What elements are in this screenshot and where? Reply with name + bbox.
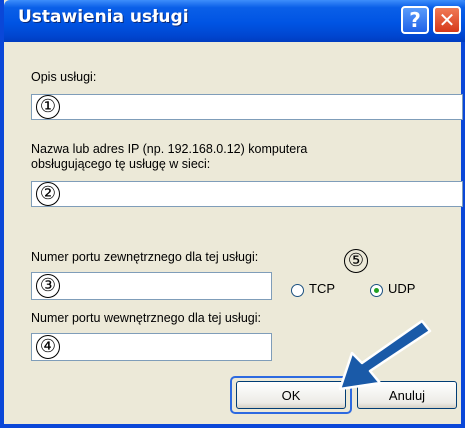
service-settings-dialog: Ustawienia usługi ? ✕ Opis usługi: ① Naz… [0, 0, 465, 428]
help-button[interactable]: ? [401, 6, 429, 34]
udp-radio-label[interactable]: UDP [388, 281, 415, 296]
annotation-arrow-icon [338, 319, 432, 391]
callout-marker-4: ④ [36, 335, 60, 359]
callout-marker-5: ⑤ [344, 249, 368, 273]
ok-button[interactable]: OK [236, 381, 346, 409]
callout-marker-3: ③ [36, 274, 60, 298]
host-address-label-line1: Nazwa lub adres IP (np. 192.168.0.12) ko… [31, 142, 308, 156]
service-description-label: Opis usługi: [31, 70, 97, 84]
help-icon: ? [409, 8, 421, 32]
callout-marker-1: ① [36, 95, 60, 119]
internal-port-label: Numer portu wewnętrznego dla tej usługi: [31, 311, 261, 325]
callout-marker-2: ② [36, 182, 60, 206]
title-bar: Ustawienia usługi ? ✕ [4, 0, 465, 42]
host-address-label-line2: obsługującego tę usługę w sieci: [31, 157, 211, 171]
external-port-label: Numer portu zewnętrznego dla tej usługi: [31, 250, 259, 264]
tcp-radio-label[interactable]: TCP [309, 281, 335, 296]
udp-radio[interactable] [370, 284, 383, 297]
dialog-title: Ustawienia usługi [18, 7, 189, 27]
close-button[interactable]: ✕ [433, 6, 461, 34]
close-icon: ✕ [438, 8, 456, 32]
tcp-radio[interactable] [291, 284, 304, 297]
internal-port-input[interactable]: ④ [31, 333, 272, 361]
host-address-input[interactable]: ② [31, 181, 463, 207]
service-description-input[interactable]: ① [31, 94, 463, 120]
external-port-input[interactable]: ③ [31, 272, 272, 300]
